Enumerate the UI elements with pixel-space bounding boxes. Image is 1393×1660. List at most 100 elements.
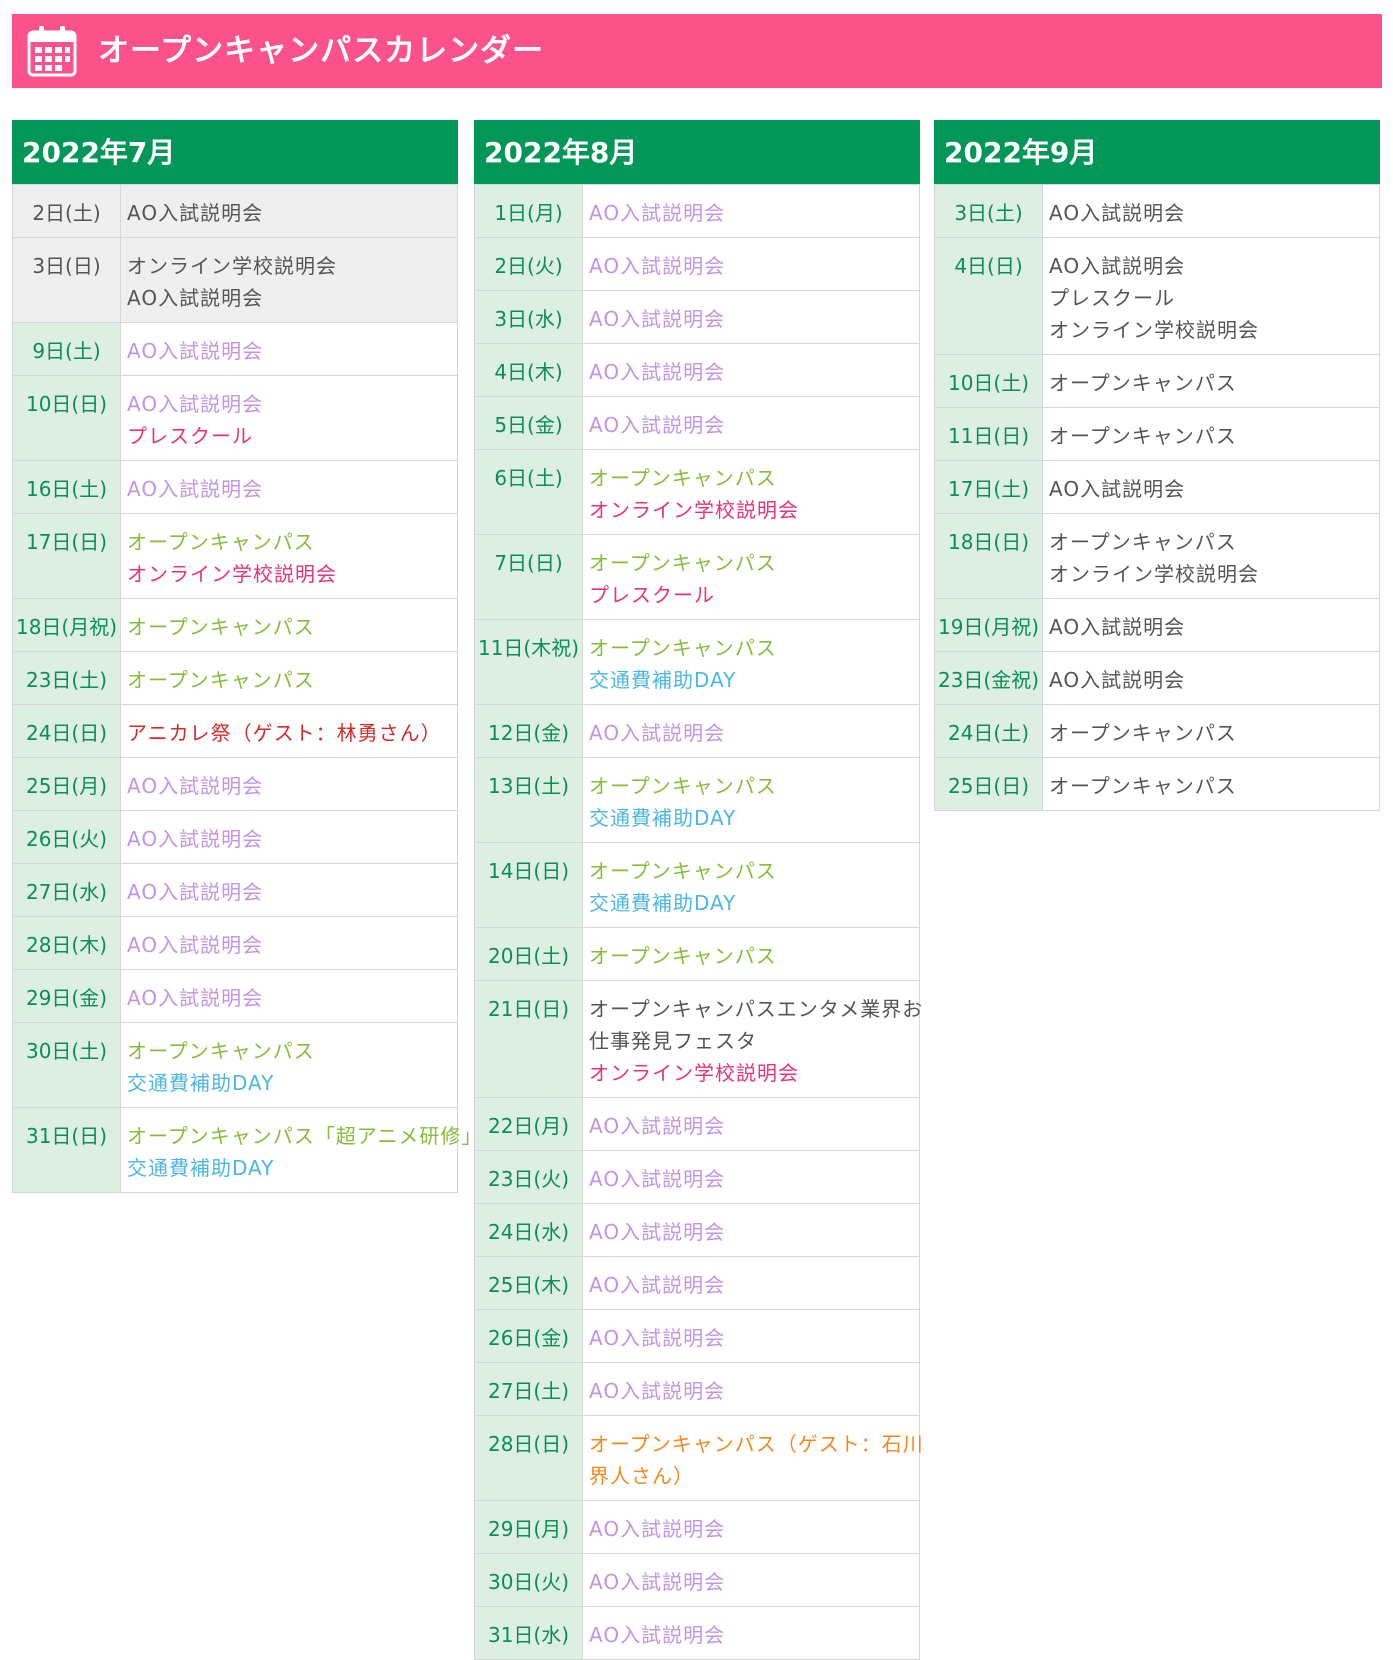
event-ao: AO入試説明会 xyxy=(127,774,264,798)
event-ao: AO入試説明会 xyxy=(589,1326,726,1350)
event-cell: AO入試説明会 プレスクール オンライン学校説明会 xyxy=(1042,237,1380,355)
date-cell: 30日(火) xyxy=(474,1553,583,1607)
date-cell: 3日(土) xyxy=(934,184,1043,238)
event-cell: オープンキャンパス オンライン学校説明会 xyxy=(1042,513,1380,599)
event-ao: AO入試説明会 xyxy=(589,1517,726,1541)
schedule-row: 13日(土) オープンキャンパス 交通費補助DAY xyxy=(474,757,920,843)
month-header: 2022年8月 xyxy=(474,120,920,184)
event-ao: AO入試説明会 xyxy=(127,827,264,851)
date-cell: 2日(火) xyxy=(474,237,583,291)
event-cell: AO入試説明会 xyxy=(1042,460,1380,514)
event-cell: AO入試説明会 xyxy=(582,290,920,344)
event-oc: オープンキャンパス xyxy=(127,615,315,639)
event-cell: AO入試説明会 xyxy=(582,1203,920,1257)
event-ao: AO入試説明会 xyxy=(127,392,264,416)
event-cell: オープンキャンパス プレスクール xyxy=(582,534,920,620)
date-cell: 28日(日) xyxy=(474,1415,583,1501)
date-cell: 24日(土) xyxy=(934,704,1043,758)
schedule-row: 9日(土) AO入試説明会 xyxy=(12,322,458,376)
event-trv: 交通費補助DAY xyxy=(589,806,737,830)
event-gray: オープンキャンパスエンタメ業界お xyxy=(589,997,924,1021)
event-oc: オープンキャンパス xyxy=(127,1039,315,1063)
date-cell: 27日(土) xyxy=(474,1362,583,1416)
event-gray: オンライン学校説明会 xyxy=(1049,318,1259,342)
event-cell: AO入試説明会 xyxy=(1042,651,1380,705)
event-onl: オンライン学校説明会 xyxy=(127,562,337,586)
event-cell: オンライン学校説明会 AO入試説明会 xyxy=(120,237,458,323)
event-oc: オープンキャンパス xyxy=(589,859,777,883)
event-gray: AO入試説明会 xyxy=(127,201,264,225)
date-cell: 30日(土) xyxy=(12,1022,121,1108)
date-cell: 27日(水) xyxy=(12,863,121,917)
schedule-row: 19日(月祝) AO入試説明会 xyxy=(934,598,1380,652)
event-cell: AO入試説明会 xyxy=(1042,184,1380,238)
event-gray: オンライン学校説明会 xyxy=(1049,562,1259,586)
event-trv: 交通費補助DAY xyxy=(589,668,737,692)
date-cell: 23日(金祝) xyxy=(934,651,1043,705)
schedule-row: 24日(土) オープンキャンパス xyxy=(934,704,1380,758)
month-table: 1日(月) AO入試説明会 2日(火) AO入試説明会 3日(水) AO入試説明会 4日(木… xyxy=(474,184,924,1660)
schedule-row: 7日(日) オープンキャンパス プレスクール xyxy=(474,534,920,620)
month-column-july: 2022年7月 2日(土) AO入試説明会 3日(日) オンライン学校説明会 AO入試説… xyxy=(12,120,483,1193)
date-cell: 6日(土) xyxy=(474,449,583,535)
date-cell: 26日(火) xyxy=(12,810,121,864)
schedule-row: 25日(木) AO入試説明会 xyxy=(474,1256,920,1310)
schedule-row: 17日(土) AO入試説明会 xyxy=(934,460,1380,514)
schedule-row: 4日(日) AO入試説明会 プレスクール オンライン学校説明会 xyxy=(934,237,1380,355)
month-table: 3日(土) AO入試説明会 4日(日) AO入試説明会 プレスクール オンライン学校説明会… xyxy=(934,184,1380,811)
event-gray: AO入試説明会 xyxy=(1049,615,1186,639)
event-pre: プレスクール xyxy=(589,583,715,607)
date-cell: 17日(土) xyxy=(934,460,1043,514)
schedule-row: 20日(土) オープンキャンパス xyxy=(474,927,920,981)
date-cell: 31日(水) xyxy=(474,1606,583,1660)
event-oc: オープンキャンパス xyxy=(127,668,315,692)
event-cell: AO入試説明会 xyxy=(120,757,458,811)
schedule-row: 14日(日) オープンキャンパス 交通費補助DAY xyxy=(474,842,920,928)
event-cell: AO入試説明会 xyxy=(120,969,458,1023)
event-cell: AO入試説明会 xyxy=(582,1500,920,1554)
event-cell: オープンキャンパス xyxy=(1042,704,1380,758)
date-cell: 14日(日) xyxy=(474,842,583,928)
event-ao: AO入試説明会 xyxy=(589,201,726,225)
date-cell: 3日(水) xyxy=(474,290,583,344)
schedule-row: 21日(日) オープンキャンパスエンタメ業界お 仕事発見フェスタオンライン学校説明会 xyxy=(474,980,924,1098)
event-ao: AO入試説明会 xyxy=(589,307,726,331)
event-gray: 仕事発見フェスタ xyxy=(589,1029,757,1053)
event-ao: AO入試説明会 xyxy=(589,254,726,278)
date-cell: 11日(木祝) xyxy=(474,619,583,705)
event-cell: オープンキャンパス「超アニメ研修」 交通費補助DAY xyxy=(120,1107,483,1193)
date-cell: 22日(月) xyxy=(474,1097,583,1151)
event-cell: AO入試説明会 xyxy=(582,1150,920,1204)
event-oc: オープンキャンパス xyxy=(589,944,777,968)
event-oc: オープンキャンパス「超アニメ研修」 xyxy=(127,1124,483,1148)
date-cell: 4日(木) xyxy=(474,343,583,397)
date-cell: 13日(土) xyxy=(474,757,583,843)
schedule-row: 11日(木祝) オープンキャンパス 交通費補助DAY xyxy=(474,619,920,705)
month-column-september: 2022年9月 3日(土) AO入試説明会 4日(日) AO入試説明会 プレスクール オン… xyxy=(934,120,1380,811)
event-onl: オンライン学校説明会 xyxy=(589,1061,799,1085)
date-cell: 24日(水) xyxy=(474,1203,583,1257)
date-cell: 12日(金) xyxy=(474,704,583,758)
date-cell: 23日(土) xyxy=(12,651,121,705)
event-ao: AO入試説明会 xyxy=(127,880,264,904)
event-cell: AO入試説明会 xyxy=(1042,598,1380,652)
event-onl: オンライン学校説明会 xyxy=(589,498,799,522)
schedule-row: 29日(月) AO入試説明会 xyxy=(474,1500,920,1554)
event-ao: AO入試説明会 xyxy=(127,986,264,1010)
schedule-row: 22日(月) AO入試説明会 xyxy=(474,1097,920,1151)
event-gray: AO入試説明会 xyxy=(1049,477,1186,501)
event-ao: AO入試説明会 xyxy=(589,1570,726,1594)
date-cell: 9日(土) xyxy=(12,322,121,376)
event-cell: AO入試説明会 xyxy=(120,863,458,917)
schedule-row: 26日(火) AO入試説明会 xyxy=(12,810,458,864)
event-cell: AO入試説明会 xyxy=(120,460,458,514)
schedule-row: 10日(日) AO入試説明会 プレスクール xyxy=(12,375,458,461)
event-ao: AO入試説明会 xyxy=(127,933,264,957)
date-cell: 21日(日) xyxy=(474,980,583,1098)
event-oc: オープンキャンパス xyxy=(589,774,777,798)
date-cell: 17日(日) xyxy=(12,513,121,599)
event-cell: AO入試説明会 xyxy=(582,396,920,450)
schedule-row: 16日(土) AO入試説明会 xyxy=(12,460,458,514)
event-ani: アニカレ祭（ゲスト：林勇さん） xyxy=(127,721,442,745)
schedule-row: 18日(日) オープンキャンパス オンライン学校説明会 xyxy=(934,513,1380,599)
